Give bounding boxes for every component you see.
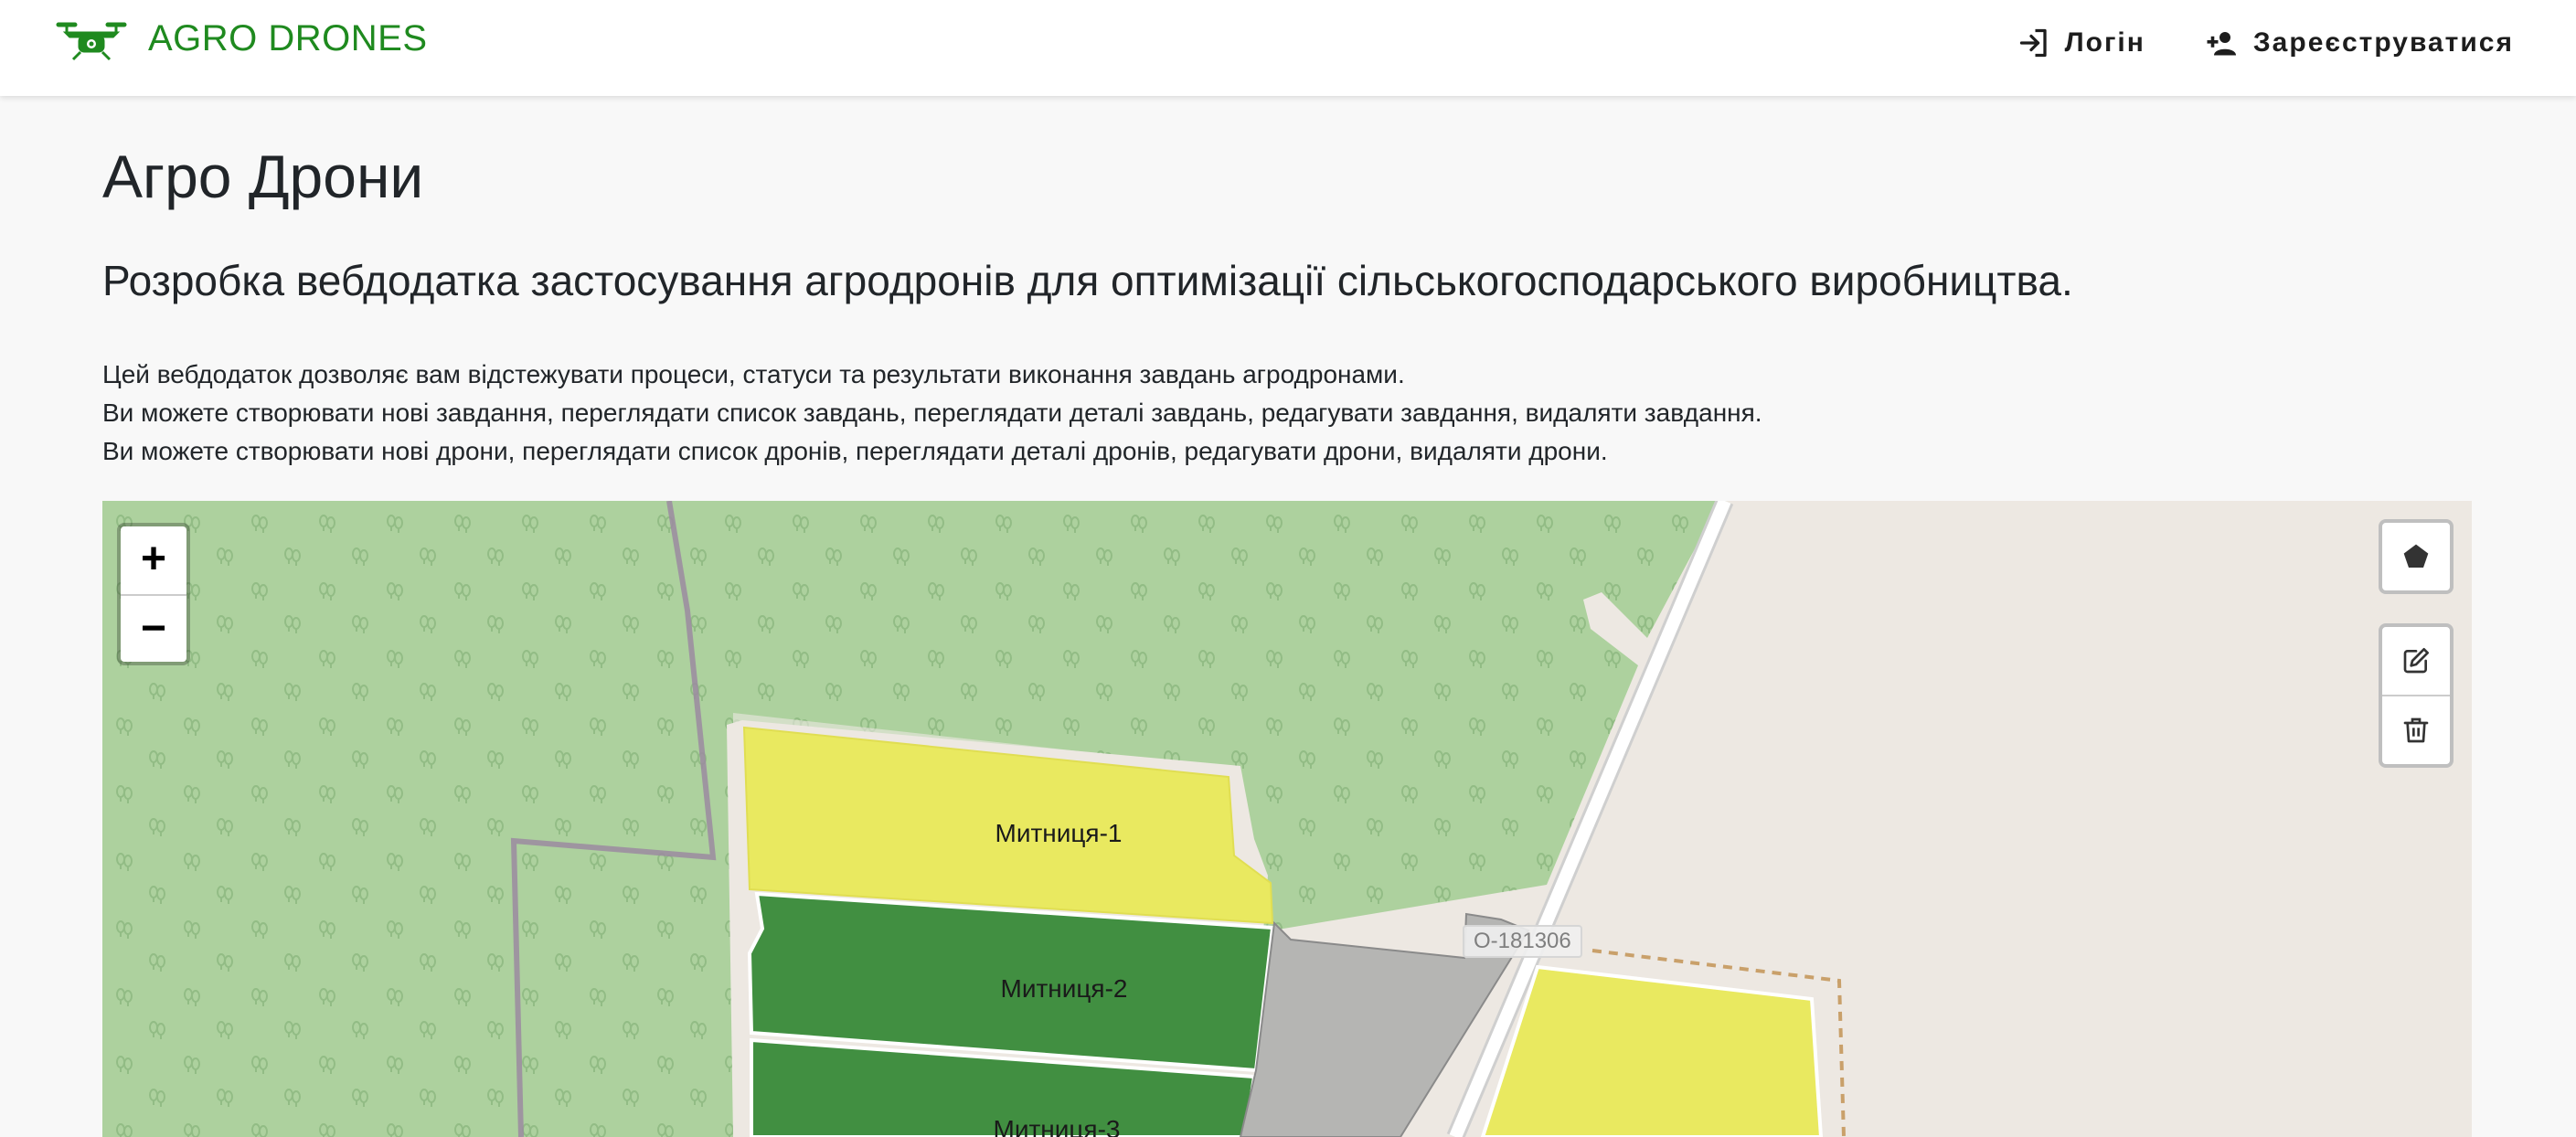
road-label: O-181306: [1463, 925, 1582, 958]
description: Цей вебдодаток дозволяє вам відстежувати…: [102, 356, 2472, 471]
navbar: AGRO DRONES Логін Зареєструватися: [0, 0, 2576, 96]
brand-link[interactable]: AGRO DRONES: [55, 13, 428, 64]
map-tiles: [102, 501, 2472, 1137]
description-line: Ви можете створювати нові завдання, пере…: [102, 398, 1762, 427]
drone-icon: [56, 22, 127, 61]
trash-icon: [2403, 717, 2429, 743]
edit-icon: [2403, 648, 2429, 674]
login-link[interactable]: Логін: [2017, 27, 2145, 59]
zoom-out-button[interactable]: −: [121, 594, 186, 662]
field-polygon[interactable]: [1480, 964, 1824, 1137]
login-icon: [2019, 28, 2047, 58]
delete-layers-button[interactable]: [2382, 695, 2450, 764]
edit-toolbar: [2379, 623, 2454, 768]
description-line: Цей вебдодаток дозволяє вам відстежувати…: [102, 360, 1405, 388]
field-label: Митниця-3: [993, 1115, 1121, 1137]
brand-text: AGRO DRONES: [148, 17, 428, 58]
login-label: Логін: [2064, 27, 2145, 58]
page-title: Агро Дрони: [102, 143, 424, 210]
zoom-control: + −: [117, 523, 190, 665]
zoom-in-button[interactable]: +: [121, 526, 186, 594]
edit-layers-button[interactable]: [2382, 627, 2450, 695]
pentagon-icon: [2403, 544, 2429, 568]
field-label: Митниця-1: [995, 819, 1123, 847]
field-label: Митниця-2: [1000, 974, 1128, 1003]
map[interactable]: Митниця-1 Митниця-2 Митниця-3 O-181306 +…: [102, 501, 2472, 1137]
person-add-icon: [2207, 32, 2236, 56]
description-line: Ви можете створювати нові дрони, перегля…: [102, 437, 1608, 465]
page-subtitle: Розробка вебдодатка застосування агродро…: [102, 257, 2073, 304]
register-link[interactable]: Зареєструватися: [2206, 27, 2514, 59]
nav-links: Логін Зареєструватися: [2017, 20, 2514, 66]
register-label: Зареєструватися: [2252, 27, 2514, 58]
draw-polygon-button[interactable]: [2379, 519, 2454, 594]
